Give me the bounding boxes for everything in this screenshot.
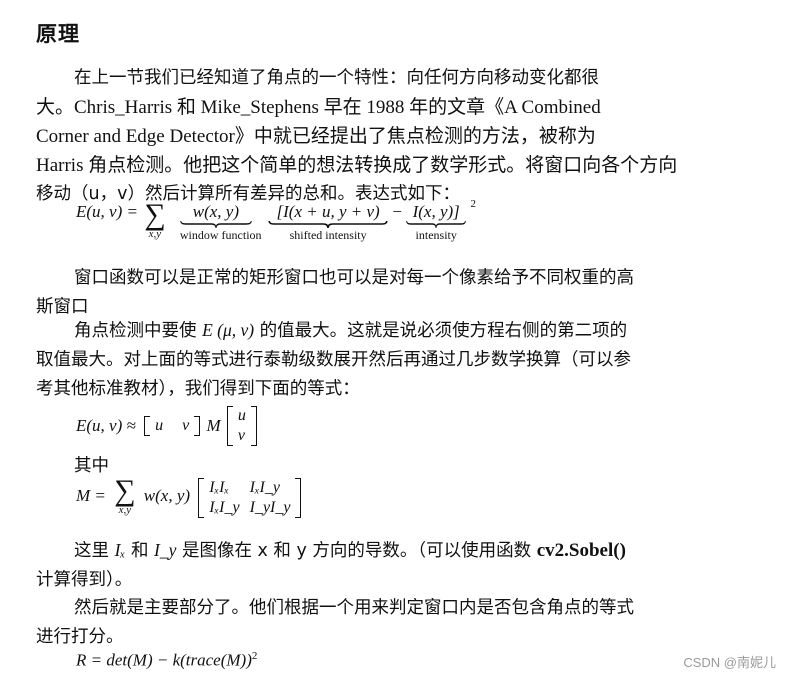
paragraph-scoring: 然后就是主要部分了。他们根据一个用来判定窗口内是否包含角点的等式 进行打分。 [36, 594, 704, 652]
text-span: 的值最大。这就是说必须使方程右侧的第二项的 [254, 321, 628, 341]
matrix-entry: IₓIₓ [209, 479, 230, 496]
text-span: 角点检测中要使 [74, 321, 203, 341]
weight-term: w(x, y) [143, 486, 191, 505]
intensity-term: I(x, y)] intensity [406, 202, 467, 243]
underbrace-icon [180, 220, 252, 228]
vector-entry: u [155, 417, 164, 434]
text-span: 是图像在 x 和 y 方向的导数。（可以使用函数 [176, 541, 537, 561]
eq1-lhs: E(u, v) = [76, 202, 138, 221]
inline-math-ix: Iₓ [114, 540, 126, 560]
text-line: 角点检测中要使 E (μ, ν) 的值最大。这就是说必须使方程右侧的第二项的 [36, 316, 704, 346]
text-line: Harris 角点检测。他把这个简单的想法转换成了数学形式。将窗口向各个方向 [36, 155, 678, 176]
text-line: 进行打分。 [36, 627, 124, 647]
text-span: 这里 [74, 541, 115, 561]
paragraph-window: 窗口函数可以是正常的矩形窗口也可以是对每一个像素给予不同权重的高 斯窗口 [36, 264, 704, 322]
summation: ∑ x,y [114, 474, 136, 517]
paragraph-maximize: 角点检测中要使 E (μ, ν) 的值最大。这就是说必须使方程右侧的第二项的 取… [36, 316, 704, 404]
underbrace-icon [406, 220, 467, 228]
section-heading: 原理 [36, 22, 80, 46]
term-intensity: I(x, y)] [412, 202, 460, 221]
matrix-entry: I_yI_y [249, 499, 291, 516]
text-line: 其中 [74, 456, 109, 476]
function-name: cv2.Sobel() [536, 540, 626, 561]
vector-entry: v [182, 417, 190, 434]
equation-approximation: E(u, v) ≈ u v M u v [76, 406, 257, 446]
label-shifted-intensity: shifted intensity [289, 228, 367, 242]
matrix-symbol: M [206, 416, 221, 435]
text-line: 在上一节我们已经知道了角点的一个特性：向任何方向移动变化都很 [74, 68, 599, 88]
text-line: 计算得到）。 [36, 570, 133, 590]
text-line: Corner and Edge Detector》中就已经提出了焦点检测的方法，… [36, 126, 596, 147]
vector-entry: u [237, 407, 246, 424]
label-intensity: intensity [415, 228, 457, 242]
response-formula: R = det(M) − k(trace(M)) [76, 650, 252, 670]
minus-sign: − [392, 202, 402, 221]
text-line: 然后就是主要部分了。他们根据一个用来判定窗口内是否包含角点的等式 [74, 598, 634, 618]
term-shifted: [I(x + u, y + v) [276, 202, 380, 221]
shifted-intensity-term: [I(x + u, y + v) shifted intensity [268, 202, 388, 243]
inline-math-iy: I_y [154, 540, 177, 560]
text-line: 窗口函数可以是正常的矩形窗口也可以是对每一个像素给予不同权重的高 [74, 268, 634, 288]
document-page: 原理 在上一节我们已经知道了角点的一个特性：向任何方向移动变化都很 大。Chri… [0, 0, 792, 680]
paragraph-intro: 在上一节我们已经知道了角点的一个特性：向任何方向移动变化都很 大。Chris_H… [36, 64, 704, 209]
matrix-entry: IₓI_y [249, 479, 280, 496]
sigma-symbol: ∑ [114, 474, 136, 507]
among-label-line: 其中 [36, 452, 704, 481]
equation-response: R = det(M) − k(trace(M))2 [76, 650, 257, 671]
underbrace-icon [268, 220, 388, 228]
paragraph-derivatives: 这里 Iₓ 和 I_y 是图像在 x 和 y 方向的导数。（可以使用函数 cv2… [36, 536, 704, 595]
eq3-lhs: M = [76, 486, 106, 505]
gradient-matrix: IₓIₓ IₓI_y IₓI_y I_yI_y [198, 478, 302, 518]
exponent: 2 [470, 198, 476, 210]
text-span: 和 [125, 541, 155, 561]
label-window-function: window function [179, 228, 262, 242]
equation-error-function: E(u, v) = ∑ x,y w(x, y) window function … [76, 198, 476, 243]
text-line: 取值最大。对上面的等式进行泰勒级数展开然后再通过几步数学换算（可以参 [36, 350, 631, 370]
column-vector: u v [226, 406, 257, 446]
exponent: 2 [251, 650, 258, 662]
text-line: 这里 Iₓ 和 I_y 是图像在 x 和 y 方向的导数。（可以使用函数 cv2… [36, 536, 704, 566]
window-function-term: w(x, y) window function [179, 202, 262, 243]
equation-matrix-m: M = ∑ x,y w(x, y) IₓIₓ IₓI_y IₓI_y I_yI_y [76, 474, 302, 518]
text-line: 考其他标准教材），我们得到下面的等式： [36, 379, 360, 399]
inline-math: E (μ, ν) [202, 320, 255, 340]
vector-entry: v [237, 427, 245, 444]
sigma-symbol: ∑ [144, 198, 166, 231]
matrix-entry: IₓI_y [209, 499, 240, 516]
eq2-lhs: E(u, v) ≈ [76, 416, 136, 435]
summation: ∑ x,y [144, 198, 166, 241]
term-window: w(x, y) [192, 202, 239, 221]
watermark: CSDN @南妮儿 [683, 655, 776, 670]
row-vector: u v [144, 416, 201, 436]
text-line: 大。Chris_Harris 和 Mike_Stephens 早在 1988 年… [36, 97, 601, 118]
